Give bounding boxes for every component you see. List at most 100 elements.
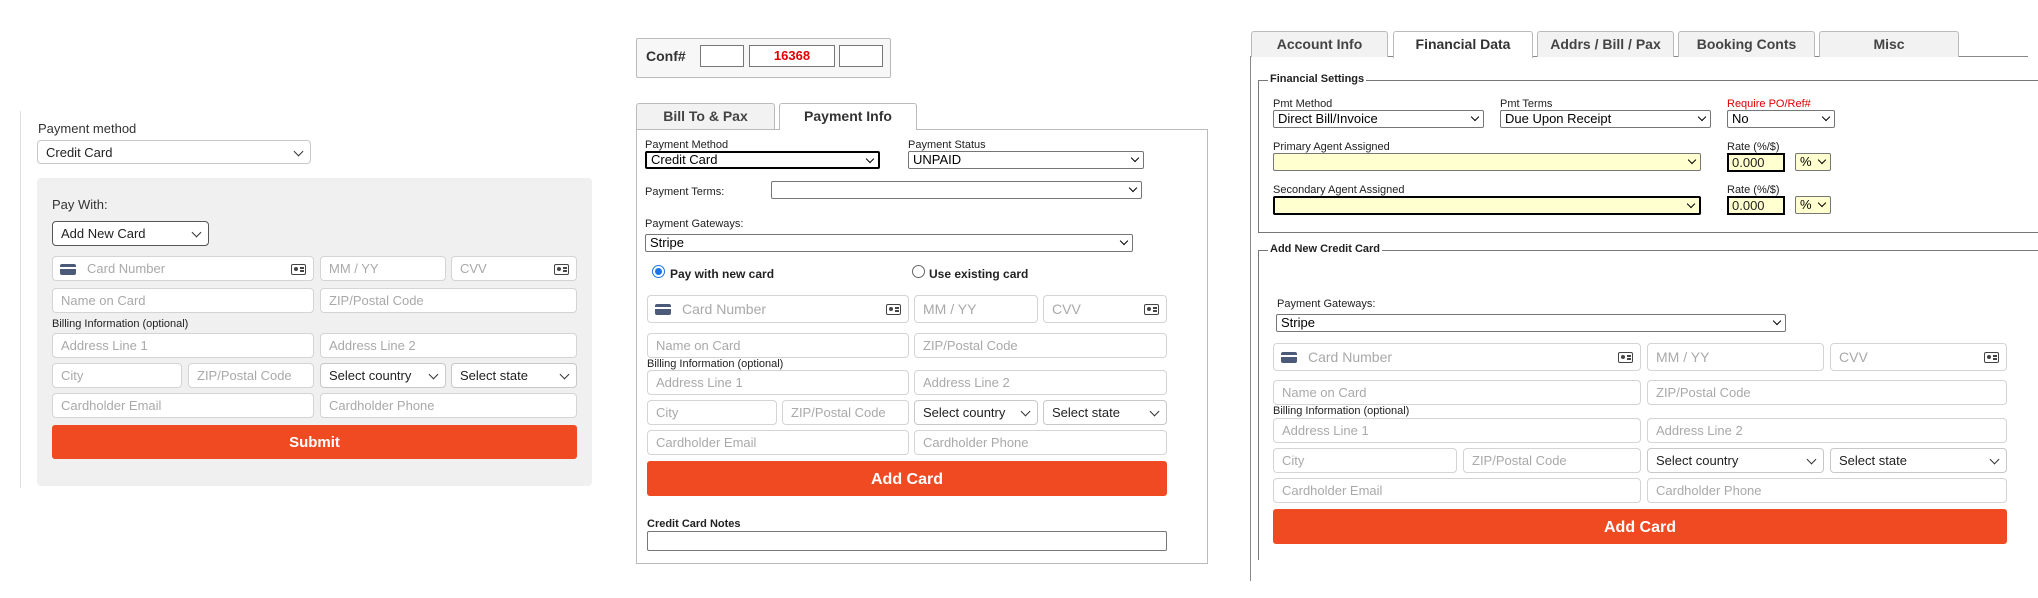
p2-phone-input[interactable]: Cardholder Phone	[914, 430, 1167, 455]
p2-add-card-button[interactable]: Add Card	[647, 461, 1167, 496]
require-po-value: No	[1732, 111, 1749, 126]
p2-gateway-value: Stripe	[650, 235, 684, 250]
p3-expiry-input[interactable]: MM / YY	[1647, 343, 1824, 371]
chevron-down-icon	[1772, 316, 1782, 326]
radio-use-existing-card[interactable]	[912, 265, 925, 278]
secondary-agent-select[interactable]	[1273, 196, 1701, 215]
p1-address2-input[interactable]: Address Line 2	[320, 333, 577, 358]
require-po-select[interactable]: No	[1727, 110, 1835, 128]
conf-field-1[interactable]	[700, 45, 744, 67]
p2-zip-input[interactable]: ZIP/Postal Code	[914, 333, 1167, 358]
pmt-method-value: Direct Bill/Invoice	[1278, 111, 1378, 126]
p3-email-input[interactable]: Cardholder Email	[1273, 478, 1641, 503]
payment-status-label: Payment Status	[908, 139, 986, 151]
p1-city-input[interactable]: City	[52, 363, 182, 388]
id-card-icon	[291, 264, 306, 275]
phone-placeholder: Cardholder Phone	[923, 435, 1029, 450]
p2-name-on-card-input[interactable]: Name on Card	[647, 333, 909, 358]
email-placeholder: Cardholder Email	[656, 435, 757, 450]
id-card-icon	[1144, 304, 1159, 315]
p3-country-select[interactable]: Select country	[1647, 448, 1824, 473]
p3-zip-input[interactable]: ZIP/Postal Code	[1647, 380, 2007, 405]
p1-state-select[interactable]: Select state	[451, 363, 577, 388]
p3-name-on-card-input[interactable]: Name on Card	[1273, 380, 1641, 405]
p3-card-number-input[interactable]: Card Number	[1273, 343, 1641, 371]
p3-cvv-input[interactable]: CVV	[1830, 343, 2007, 371]
phone-placeholder: Cardholder Phone	[329, 398, 435, 413]
secondary-rate-input[interactable]: 0.000	[1727, 196, 1785, 215]
tab-bill-to-pax[interactable]: Bill To & Pax	[636, 103, 775, 129]
p1-zip2-input[interactable]: ZIP/Postal Code	[188, 363, 314, 388]
p3-state-select[interactable]: Select state	[1830, 448, 2007, 473]
payment-status-value: UNPAID	[913, 152, 962, 167]
tab-addrs-bill-pax[interactable]: Addrs / Bill / Pax	[1537, 31, 1674, 57]
primary-rate-unit-select[interactable]: %	[1795, 153, 1831, 171]
chevron-down-icon	[1806, 454, 1817, 465]
p2-email-input[interactable]: Cardholder Email	[647, 430, 909, 455]
pmt-terms-select[interactable]: Due Upon Receipt	[1500, 110, 1711, 128]
p2-card-number-input[interactable]: Card Number	[647, 295, 909, 323]
tab-account-info[interactable]: Account Info	[1251, 31, 1388, 57]
p3-city-input[interactable]: City	[1273, 448, 1457, 473]
p2-zip2-input[interactable]: ZIP/Postal Code	[782, 400, 909, 425]
pay-with-select[interactable]: Add New Card	[52, 221, 209, 246]
secondary-rate-unit-select[interactable]: %	[1795, 196, 1831, 214]
p2-expiry-input[interactable]: MM / YY	[914, 295, 1038, 323]
financial-settings-legend: Financial Settings	[1268, 73, 1367, 85]
conf-field-3[interactable]	[839, 45, 883, 67]
conf-field-2[interactable]: 16368	[749, 45, 835, 67]
address1-placeholder: Address Line 1	[61, 338, 148, 353]
payment-terms-select[interactable]	[771, 181, 1142, 199]
p3-zip2-input[interactable]: ZIP/Postal Code	[1463, 448, 1641, 473]
card-number-placeholder: Card Number	[682, 301, 767, 317]
conf-label: Conf#	[646, 48, 686, 64]
p1-name-on-card-input[interactable]: Name on Card	[52, 288, 314, 313]
payment-method-select[interactable]: Credit Card	[37, 140, 311, 164]
p1-email-input[interactable]: Cardholder Email	[52, 393, 314, 418]
chevron-down-icon	[1149, 406, 1160, 417]
p1-zip-input[interactable]: ZIP/Postal Code	[320, 288, 577, 313]
submit-button[interactable]: Submit	[52, 425, 577, 459]
p2-payment-method-select[interactable]: Credit Card	[645, 151, 880, 169]
p1-phone-input[interactable]: Cardholder Phone	[320, 393, 577, 418]
tab-booking-conts[interactable]: Booking Conts	[1678, 31, 1815, 57]
p3-gateways-label: Payment Gateways:	[1277, 298, 1376, 310]
p1-card-number-input[interactable]: Card Number	[52, 256, 314, 281]
p3-gateway-value: Stripe	[1281, 315, 1315, 330]
email-placeholder: Cardholder Email	[1282, 483, 1383, 498]
p1-address1-input[interactable]: Address Line 1	[52, 333, 314, 358]
p3-phone-input[interactable]: Cardholder Phone	[1647, 478, 2007, 503]
payment-method-label: Payment method	[38, 121, 137, 136]
primary-rate-input[interactable]: 0.000	[1727, 153, 1785, 172]
pmt-method-select[interactable]: Direct Bill/Invoice	[1273, 110, 1484, 128]
p2-cvv-input[interactable]: CVV	[1043, 295, 1167, 323]
p3-address2-input[interactable]: Address Line 2	[1647, 418, 2007, 443]
p1-expiry-input[interactable]: MM / YY	[320, 256, 446, 281]
p1-cvv-input[interactable]: CVV	[451, 256, 577, 281]
p3-address1-input[interactable]: Address Line 1	[1273, 418, 1641, 443]
p2-state-select[interactable]: Select state	[1043, 400, 1167, 425]
p3-add-card-button[interactable]: Add Card	[1273, 509, 2007, 544]
credit-card-notes-label: Credit Card Notes	[647, 518, 741, 530]
tab-financial-data[interactable]: Financial Data	[1393, 31, 1533, 58]
p2-country-select[interactable]: Select country	[914, 400, 1038, 425]
add-new-cc-legend: Add New Credit Card	[1268, 243, 1383, 255]
primary-agent-select[interactable]	[1273, 153, 1701, 171]
credit-card-notes-input[interactable]	[647, 531, 1167, 551]
radio-pay-new-card[interactable]	[652, 265, 665, 278]
p2-address2-input[interactable]: Address Line 2	[914, 370, 1167, 395]
payment-status-select[interactable]: UNPAID	[908, 151, 1144, 169]
p2-city-input[interactable]: City	[647, 400, 777, 425]
credit-card-icon	[655, 304, 671, 315]
city-placeholder: City	[1282, 453, 1305, 468]
state-value: Select state	[460, 368, 528, 383]
tab-misc[interactable]: Misc	[1819, 31, 1959, 57]
p2-address1-input[interactable]: Address Line 1	[647, 370, 909, 395]
p2-gateway-select[interactable]: Stripe	[645, 234, 1133, 252]
radio-pay-new-card-label[interactable]: Pay with new card	[670, 267, 774, 281]
p3-gateway-select[interactable]: Stripe	[1276, 314, 1786, 332]
tab-payment-info[interactable]: Payment Info	[779, 103, 917, 130]
radio-use-existing-card-label[interactable]: Use existing card	[929, 267, 1028, 281]
chevron-down-icon	[559, 369, 570, 380]
p1-country-select[interactable]: Select country	[320, 363, 446, 388]
